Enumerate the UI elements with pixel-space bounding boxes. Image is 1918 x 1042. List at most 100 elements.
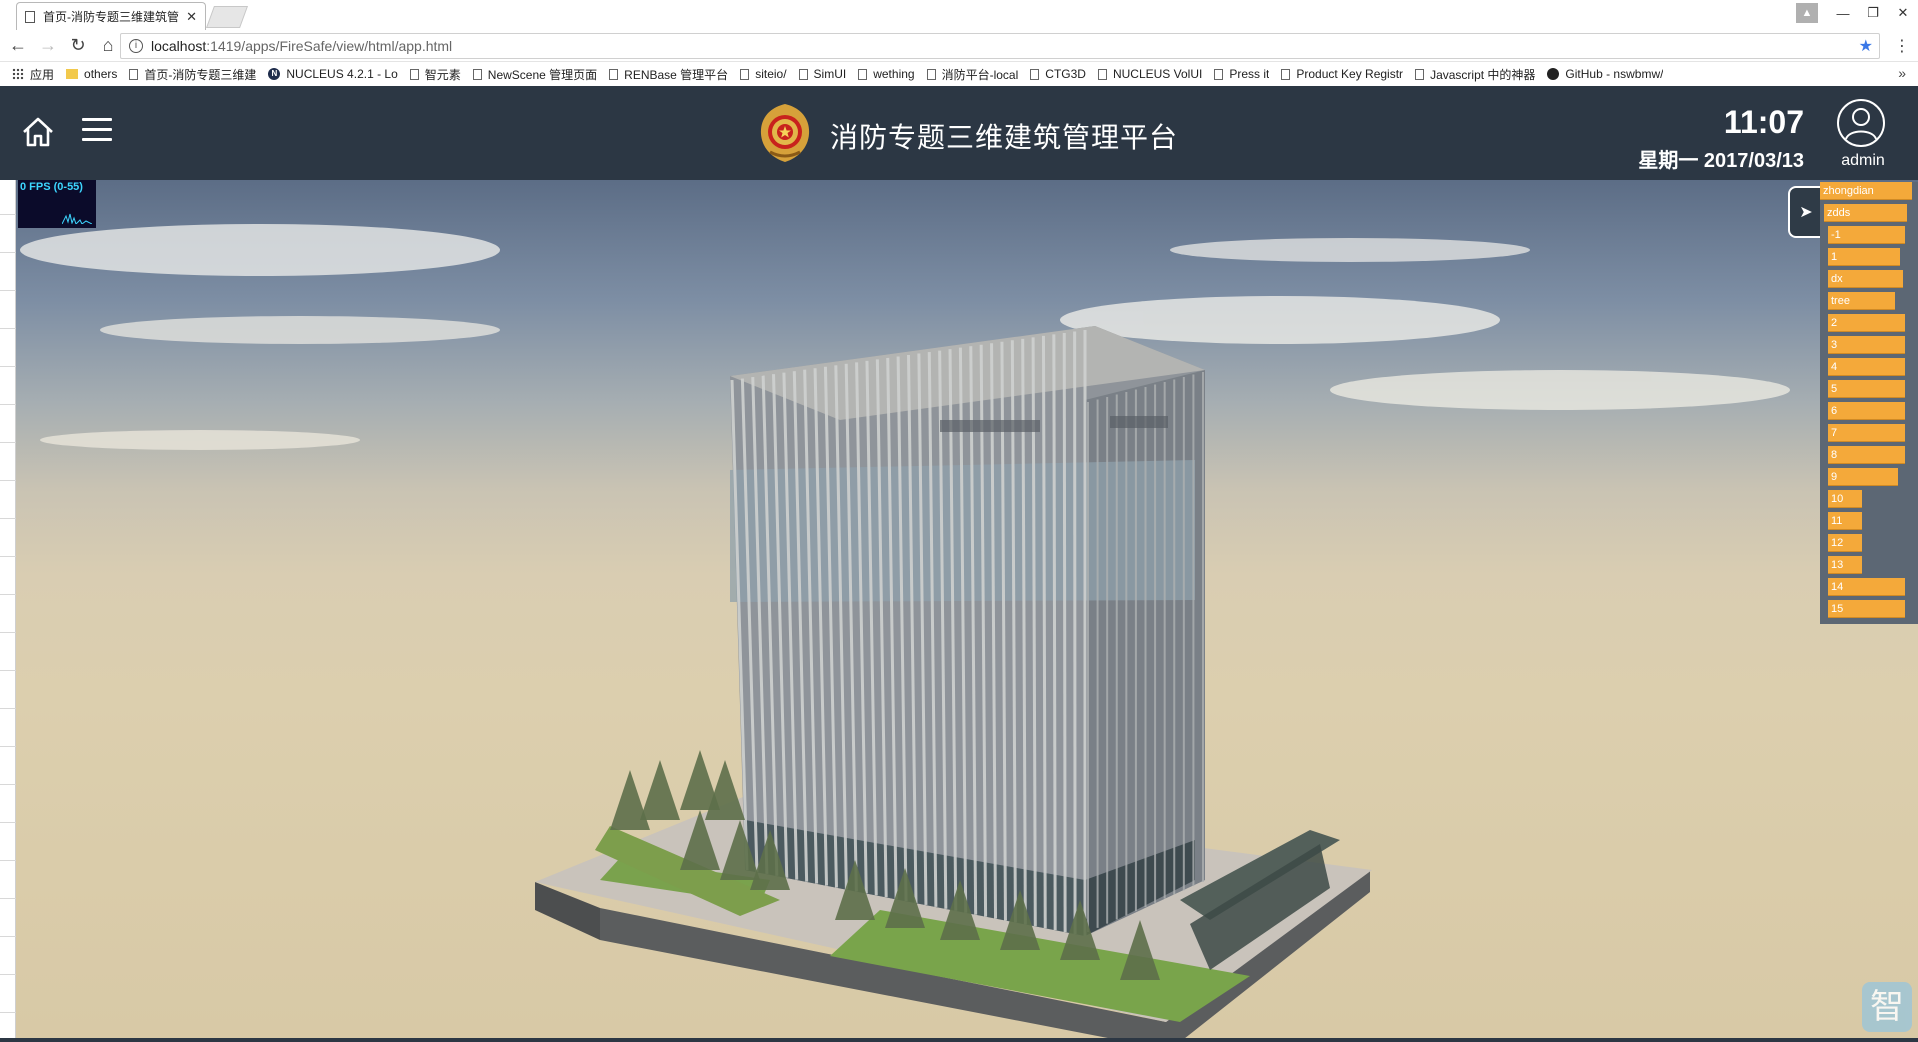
floor-item-dx[interactable]: dx — [1828, 270, 1903, 288]
bookmark-item[interactable]: SimUI — [798, 67, 846, 81]
address-bar[interactable]: i localhost:1419/apps/FireSafe/view/html… — [120, 33, 1880, 59]
collapse-arrow-icon: ➤ — [1799, 204, 1813, 221]
bookmark-item[interactable]: others — [66, 67, 117, 81]
bookmark-item[interactable]: 首页-消防专题三维建 — [129, 66, 256, 83]
bookmark-star-icon[interactable]: ★ — [1859, 36, 1873, 56]
reload-icon[interactable]: ↻ — [66, 34, 90, 58]
browser-toolbar: ← → ↻ ⌂ i localhost:1419/apps/FireSafe/v… — [0, 30, 1918, 62]
page-icon — [1030, 68, 1040, 80]
bookmark-item[interactable]: CTG3D — [1030, 67, 1086, 81]
page-icon — [25, 10, 35, 23]
close-tab-icon[interactable]: ✕ — [186, 9, 197, 25]
floor-item-8[interactable]: 8 — [1828, 446, 1905, 464]
tree — [610, 770, 650, 830]
more-bookmarks-icon[interactable]: » — [1898, 65, 1906, 81]
bookmark-item[interactable]: Product Key Registr — [1281, 67, 1403, 81]
bookmark-item[interactable]: NUCLEUS VolUI — [1097, 67, 1202, 81]
close-window-icon[interactable]: ✕ — [1888, 5, 1918, 21]
bookmark-item[interactable]: GitHub - nswbmw/ — [1547, 67, 1663, 81]
watermark-logo: 智 — [1862, 982, 1912, 1032]
floor-item-zhongdian[interactable]: zhongdian — [1820, 182, 1912, 200]
bookmark-item[interactable]: 智元素 — [409, 66, 461, 83]
facade-fin — [1052, 334, 1057, 931]
floor-item-14[interactable]: 14 — [1828, 578, 1905, 596]
floor-item-9[interactable]: 9 — [1828, 468, 1898, 486]
tab-title: 首页-消防专题三维建筑管 — [43, 10, 179, 24]
bookmark-item[interactable]: 消防平台-local — [926, 66, 1019, 83]
minimize-icon[interactable]: — — [1828, 6, 1858, 21]
building-3d-scene[interactable] — [0, 180, 1918, 1038]
bookmark-item[interactable]: wething — [858, 67, 915, 81]
back-arrow-icon[interactable]: ← — [6, 34, 30, 58]
app-title: 消防专题三维建筑管理平台 — [830, 121, 1179, 154]
new-tab-button[interactable] — [205, 6, 249, 28]
floor-item-2[interactable]: 2 — [1828, 314, 1905, 332]
site-info-icon[interactable]: i — [129, 39, 143, 53]
bookmarks-bar: 应用 others 首页-消防专题三维建 N NUCLEUS 4.2.1 - Lo 智元素… — [0, 62, 1918, 86]
bookmark-label: wething — [873, 67, 915, 81]
floor-item-3[interactable]: 3 — [1828, 336, 1905, 354]
floor-item-7[interactable]: 7 — [1828, 424, 1905, 442]
forward-arrow-icon[interactable]: → — [36, 34, 60, 58]
floor-item-11[interactable]: 11 — [1828, 512, 1862, 530]
bookmark-label: CTG3D — [1045, 67, 1086, 81]
bookmark-label: others — [84, 67, 118, 81]
app-root: 消防专题三维建筑管理平台 11:07 星期一 2017/03/13 admin — [0, 86, 1918, 1042]
bookmark-item[interactable]: RENBase 管理平台 — [609, 66, 728, 83]
floor-item-1[interactable]: 1 — [1828, 248, 1900, 266]
fps-monitor: 0 FPS (0-55) — [18, 180, 96, 228]
restore-icon[interactable]: ❐ — [1858, 5, 1888, 21]
clock-date: 星期一 2017/03/13 — [1638, 150, 1804, 172]
bookmark-label: 应用 — [30, 67, 55, 82]
floor-item-4[interactable]: 4 — [1828, 358, 1905, 376]
bookmark-label: GitHub - nswbmw/ — [1565, 67, 1664, 81]
floor-item-10[interactable]: 10 — [1828, 490, 1862, 508]
home-icon[interactable] — [20, 114, 56, 150]
clock-time: 11:07 — [1723, 104, 1804, 140]
folder-icon — [66, 69, 79, 79]
facade-fin — [1041, 335, 1047, 929]
github-icon — [1547, 68, 1560, 80]
url-text: localhost:1419/apps/FireSafe/view/html/a… — [151, 38, 453, 54]
bookmark-label: NUCLEUS 4.2.1 - Lo — [286, 67, 398, 81]
bookmark-label: RENBase 管理平台 — [624, 67, 729, 82]
bookmark-item[interactable]: siteio/ — [740, 67, 787, 81]
user-avatar-icon[interactable] — [1836, 98, 1886, 148]
bookmark-item[interactable]: 应用 — [12, 66, 54, 83]
3d-viewport[interactable]: 0 FPS (0-55) ➤ zhongdian zdds -1 1 dx tree 2 3 4… — [0, 180, 1918, 1038]
nucleus-icon: N — [268, 68, 281, 80]
floor-panel-toggle[interactable]: ➤ — [1788, 186, 1822, 238]
floor-item--1[interactable]: -1 — [1828, 226, 1905, 244]
floor-item-13[interactable]: 13 — [1828, 556, 1862, 574]
tree — [640, 760, 680, 820]
floor-item-15[interactable]: 15 — [1828, 600, 1905, 618]
page-icon — [129, 68, 139, 80]
page-icon — [740, 68, 750, 80]
page-icon — [926, 68, 936, 80]
floor-item-tree[interactable]: tree — [1828, 292, 1895, 310]
hamburger-menu-icon[interactable] — [82, 118, 112, 144]
bookmark-item[interactable]: N NUCLEUS 4.2.1 - Lo — [268, 67, 398, 81]
bookmark-label: 消防平台-local — [941, 67, 1019, 82]
browser-tab-active[interactable]: 首页-消防专题三维建筑管 ✕ — [16, 2, 206, 30]
browser-menu-icon[interactable]: ⋮ — [1894, 36, 1910, 56]
bottom-bar — [0, 1038, 1918, 1042]
profile-icon[interactable]: ▲ — [1796, 3, 1818, 23]
window-controls: ▲ — ❐ ✕ — [1796, 0, 1918, 26]
bookmark-item[interactable]: Press it — [1214, 67, 1269, 81]
app-header: 消防专题三维建筑管理平台 11:07 星期一 2017/03/13 admin — [0, 86, 1918, 180]
page-icon — [1415, 68, 1425, 80]
floor-list-panel: zhongdian zdds -1 1 dx tree 2 3 4 5 6 7 8 9 10 11 12 13 14… — [1820, 182, 1918, 624]
home-browser-icon[interactable]: ⌂ — [96, 34, 120, 58]
bookmark-item[interactable]: NewScene 管理页面 — [472, 66, 597, 83]
bookmark-item[interactable]: Javascript 中的神器 — [1415, 66, 1535, 83]
floor-item-12[interactable]: 12 — [1828, 534, 1862, 552]
page-icon — [798, 68, 808, 80]
floor-item-5[interactable]: 5 — [1828, 380, 1905, 398]
floor-item-6[interactable]: 6 — [1828, 402, 1905, 420]
apps-icon — [12, 68, 24, 80]
bookmark-label: siteio/ — [755, 67, 787, 81]
floor-item-zdds[interactable]: zdds — [1824, 204, 1907, 222]
page-icon — [1214, 68, 1224, 80]
page-icon — [609, 68, 619, 80]
